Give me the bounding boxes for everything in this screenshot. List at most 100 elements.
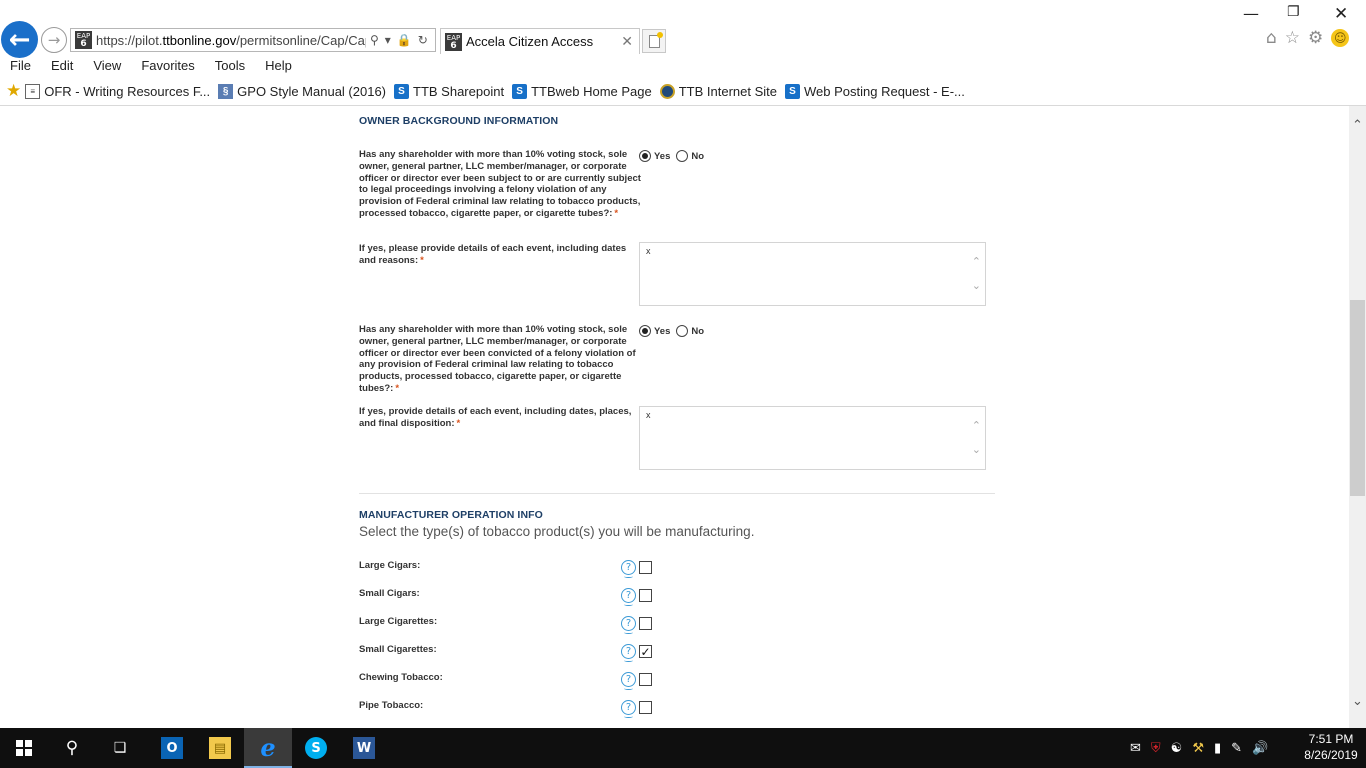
clock-date: 8/26/2019	[1304, 748, 1358, 762]
felony-proceedings-yes-radio[interactable]	[639, 150, 651, 162]
gear-icon[interactable]: ⚙	[1308, 28, 1323, 48]
chewing-tobacco-checkbox[interactable]	[639, 673, 652, 686]
clock-time: 7:51 PM	[1308, 732, 1354, 746]
page-scrollbar[interactable]: ⌃ ⌄	[1349, 106, 1366, 728]
chewing-tobacco-label: Chewing Tobacco:	[359, 672, 443, 683]
owner-background-title: OWNER BACKGROUND INFORMATION	[359, 115, 559, 127]
menu-view[interactable]: View	[83, 56, 131, 76]
menu-favorites[interactable]: Favorites	[131, 56, 204, 76]
conviction-details-textarea[interactable]: x ⌃ ⌄	[639, 406, 986, 470]
help-icon[interactable]: ?	[621, 700, 636, 718]
pen-icon[interactable]: ✎	[1231, 741, 1242, 756]
tab-title: Accela Citizen Access	[466, 34, 594, 49]
proceedings-details-textarea[interactable]: x ⌃ ⌄	[639, 242, 986, 306]
scroll-up-arrow-icon[interactable]: ⌃	[1352, 118, 1363, 133]
new-tab-icon	[648, 31, 663, 48]
large-cigars-checkbox[interactable]	[639, 561, 652, 574]
feedback-smiley-icon[interactable]: ☺	[1331, 29, 1350, 47]
sharepoint-icon: S	[785, 83, 800, 99]
back-button[interactable]: ←	[1, 21, 38, 58]
menu-edit[interactable]: Edit	[41, 56, 83, 76]
favorite-ofr[interactable]: ≡ OFR - Writing Resources F...	[25, 83, 210, 99]
windows-logo-icon	[16, 740, 32, 756]
tools-tray-icon[interactable]: ⚒	[1192, 741, 1204, 756]
close-window-button[interactable]: ✕	[1334, 4, 1348, 24]
favorite-web-posting[interactable]: S Web Posting Request - E-...	[785, 83, 965, 99]
favorite-ttbweb-home[interactable]: S TTBweb Home Page	[512, 83, 652, 99]
scroll-thumb[interactable]	[1350, 300, 1365, 496]
document-icon: ≡	[25, 83, 41, 99]
pipe-tobacco-checkbox[interactable]	[639, 701, 652, 714]
search-icon: ⚲	[65, 738, 79, 758]
taskbar-skype[interactable]: S	[292, 728, 340, 768]
required-mark: *	[395, 382, 400, 394]
help-icon[interactable]: ?	[621, 644, 636, 662]
felony-conviction-yes-radio[interactable]	[639, 325, 651, 337]
start-button[interactable]	[0, 728, 48, 768]
small-cigarettes-label: Small Cigarettes:	[359, 644, 437, 655]
system-clock[interactable]: 7:51 PM 8/26/2019	[1300, 731, 1362, 763]
scroll-down-arrow-icon[interactable]: ⌄	[1352, 694, 1363, 709]
skype-tray-icon[interactable]: ☯	[1171, 741, 1183, 756]
pipe-tobacco-label: Pipe Tobacco:	[359, 700, 424, 711]
felony-conviction-question: Has any shareholder with more than 10% v…	[359, 324, 636, 394]
favorite-ttb-internet[interactable]: TTB Internet Site	[659, 83, 777, 99]
small-cigars-checkbox[interactable]	[639, 589, 652, 602]
address-bar[interactable]: EAP 6 https://pilot.ttbonline.gov/permits…	[70, 28, 436, 52]
url-text[interactable]: https://pilot.ttbonline.gov/permitsonlin…	[96, 33, 366, 48]
tab-accela-citizen-access[interactable]: EAP 6 Accela Citizen Access ✕	[440, 28, 640, 54]
felony-conviction-radio-group: Yes No	[639, 325, 710, 337]
volume-icon[interactable]: 🔊	[1252, 741, 1268, 756]
outlook-tray-icon[interactable]: ✉	[1130, 741, 1141, 756]
textarea-value: x	[646, 246, 651, 256]
radio-label-no: No	[691, 325, 705, 337]
taskbar-outlook[interactable]: O	[148, 728, 196, 768]
menu-tools[interactable]: Tools	[205, 56, 255, 76]
gpo-icon: §	[218, 83, 234, 99]
help-icon[interactable]: ?	[621, 560, 636, 578]
search-button[interactable]: ⚲	[48, 728, 96, 768]
help-icon[interactable]: ?	[621, 588, 636, 606]
favorite-gpo[interactable]: § GPO Style Manual (2016)	[218, 83, 386, 99]
word-icon: W	[353, 737, 375, 759]
help-icon[interactable]: ?	[621, 616, 636, 634]
taskbar-word[interactable]: W	[340, 728, 388, 768]
lock-icon[interactable]: 🔒	[397, 33, 412, 47]
menu-help[interactable]: Help	[255, 56, 302, 76]
close-tab-icon[interactable]: ✕	[621, 34, 633, 50]
scroll-up-icon[interactable]: ⌃	[972, 419, 981, 432]
mcafee-icon[interactable]: ⛨	[1151, 741, 1161, 756]
favorites-star-icon[interactable]: ☆	[1285, 28, 1300, 48]
help-icon[interactable]: ?	[621, 672, 636, 690]
felony-proceedings-radio-group: Yes No	[639, 150, 710, 162]
felony-conviction-no-radio[interactable]	[676, 325, 689, 337]
section-divider	[359, 493, 995, 494]
conviction-details-label: If yes, provide details of each event, i…	[359, 406, 632, 429]
internet-explorer-icon: e	[260, 732, 276, 762]
search-icon[interactable]: ⚲	[370, 33, 379, 47]
refresh-icon[interactable]: ↻	[418, 33, 428, 47]
arrow-left-icon: ←	[8, 24, 31, 55]
battery-icon[interactable]: ▮	[1214, 741, 1221, 756]
felony-proceedings-no-radio[interactable]	[676, 150, 689, 162]
favorites-add-icon[interactable]: ★	[6, 81, 21, 101]
new-tab-button[interactable]	[642, 29, 666, 53]
scroll-up-icon[interactable]: ⌃	[972, 255, 981, 268]
scroll-down-icon[interactable]: ⌄	[972, 279, 981, 292]
restore-button[interactable]: ❐	[1287, 4, 1300, 20]
dropdown-icon[interactable]: ▾	[385, 33, 391, 47]
taskbar-file-explorer[interactable]: ▤	[196, 728, 244, 768]
favorite-ttb-sharepoint[interactable]: S TTB Sharepoint	[394, 83, 504, 99]
task-view-button[interactable]: ❏	[96, 728, 144, 768]
taskbar-internet-explorer[interactable]: e	[244, 728, 292, 768]
home-icon[interactable]: ⌂	[1266, 28, 1277, 48]
large-cigarettes-checkbox[interactable]	[639, 617, 652, 630]
ttb-seal-icon	[659, 83, 675, 99]
task-view-icon: ❏	[113, 740, 127, 756]
menu-file[interactable]: File	[0, 56, 41, 76]
felony-proceedings-question: Has any shareholder with more than 10% v…	[359, 149, 641, 219]
scroll-down-icon[interactable]: ⌄	[972, 443, 981, 456]
small-cigarettes-checkbox[interactable]: ✓	[639, 645, 652, 658]
minimize-button[interactable]: —	[1243, 4, 1259, 23]
forward-button[interactable]: →	[41, 27, 67, 53]
